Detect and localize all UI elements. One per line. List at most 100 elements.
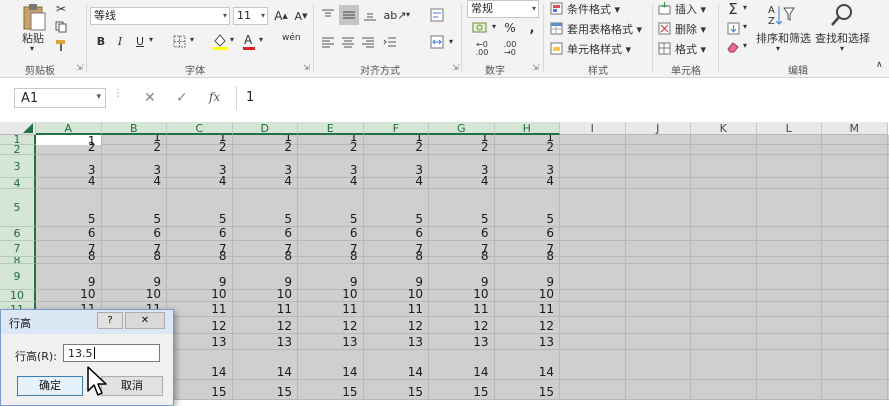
fill-color-icon[interactable]: [211, 31, 229, 51]
column-header-m[interactable]: M: [822, 122, 888, 135]
column-header-d[interactable]: D: [232, 122, 298, 135]
cell-g14[interactable]: 14: [429, 365, 488, 380]
format-button[interactable]: 格式 ▾: [675, 41, 706, 57]
number-launcher-icon[interactable]: ⇲: [532, 64, 540, 72]
font-color-icon[interactable]: A: [241, 31, 257, 51]
cell-h12[interactable]: 12: [495, 319, 554, 334]
fill-icon[interactable]: [724, 20, 742, 36]
chevron-down-icon[interactable]: ▾: [743, 41, 747, 50]
cell-c11[interactable]: 11: [167, 302, 226, 317]
phonetic-guide-button[interactable]: wén: [282, 33, 301, 43]
collapse-ribbon-icon[interactable]: ∧: [876, 60, 883, 70]
row-header-6[interactable]: 6: [0, 227, 36, 241]
clipboard-launcher-icon[interactable]: ⇲: [76, 64, 84, 72]
cell-f12[interactable]: 12: [364, 319, 423, 334]
chevron-down-icon[interactable]: ▾: [230, 35, 234, 44]
number-format-select[interactable]: 常规 ▾: [467, 0, 539, 18]
cancel-icon[interactable]: ✕: [144, 90, 156, 106]
cell-f6[interactable]: 6: [364, 226, 423, 241]
cell-d4[interactable]: 4: [233, 174, 292, 189]
chevron-down-icon[interactable]: ▾: [743, 3, 747, 12]
cell-c14[interactable]: 14: [167, 365, 226, 380]
row-header-10[interactable]: 10: [0, 290, 36, 302]
font-size-select[interactable]: 11 ▾: [233, 7, 268, 25]
alignment-launcher-icon[interactable]: ⇲: [452, 64, 460, 72]
cell-h14[interactable]: 14: [495, 365, 554, 380]
cell-a4[interactable]: 4: [36, 174, 96, 189]
cell-a8[interactable]: 8: [36, 249, 96, 264]
chevron-down-icon[interactable]: ▾: [492, 22, 496, 31]
cell-c2[interactable]: 2: [167, 140, 227, 155]
row-header-8[interactable]: 8: [0, 257, 36, 264]
paste-dropdown-icon[interactable]: ▾: [30, 44, 34, 53]
cell-e13[interactable]: 13: [298, 335, 357, 350]
cell-b5[interactable]: 5: [102, 212, 161, 227]
column-header-i[interactable]: I: [560, 122, 626, 135]
chevron-down-icon[interactable]: ▾: [190, 35, 194, 44]
delete-button[interactable]: 删除 ▾: [675, 21, 706, 37]
cell-c12[interactable]: 12: [167, 319, 226, 334]
cell-c15[interactable]: 15: [167, 385, 226, 400]
table-format-icon[interactable]: [549, 21, 563, 35]
cell-d14[interactable]: 14: [233, 365, 292, 380]
comma-style-icon[interactable]: ,: [525, 20, 539, 36]
cell-e4[interactable]: 4: [298, 174, 358, 189]
underline-button[interactable]: U: [133, 33, 147, 49]
wrap-text-icon[interactable]: [428, 6, 446, 24]
cell-d6[interactable]: 6: [233, 226, 292, 241]
cell-c4[interactable]: 4: [167, 174, 227, 189]
cell-a2[interactable]: 2: [36, 140, 96, 155]
cell-b8[interactable]: 8: [102, 249, 161, 264]
cell-d13[interactable]: 13: [233, 335, 292, 350]
cell-c13[interactable]: 13: [167, 335, 226, 350]
cell-g11[interactable]: 11: [429, 302, 488, 317]
cell-f2[interactable]: 2: [364, 140, 423, 155]
copy-icon[interactable]: [53, 20, 69, 34]
column-header-e[interactable]: E: [298, 122, 364, 135]
cell-b2[interactable]: 2: [102, 140, 161, 155]
close-button[interactable]: ✕: [125, 312, 165, 329]
clear-icon[interactable]: [724, 39, 742, 55]
column-header-h[interactable]: H: [494, 122, 560, 135]
row-header-3[interactable]: 3: [0, 155, 36, 178]
italic-button[interactable]: I: [113, 33, 127, 49]
cell-d11[interactable]: 11: [233, 302, 292, 317]
cell-h4[interactable]: 4: [495, 174, 554, 189]
formula-input[interactable]: 1: [237, 86, 889, 110]
cell-e11[interactable]: 11: [298, 302, 357, 317]
chevron-down-icon[interactable]: ▾: [406, 10, 410, 19]
cell-g4[interactable]: 4: [429, 174, 489, 189]
chevron-down-icon[interactable]: ▾: [259, 35, 263, 44]
cell-h10[interactable]: 10: [495, 287, 554, 302]
cell-e14[interactable]: 14: [298, 365, 357, 380]
sort-filter-button[interactable]: 排序和筛选: [756, 30, 811, 46]
column-header-l[interactable]: L: [756, 122, 822, 135]
cell-d5[interactable]: 5: [233, 212, 292, 227]
cell-h11[interactable]: 11: [495, 302, 554, 317]
cell-f5[interactable]: 5: [364, 212, 423, 227]
cell-g8[interactable]: 8: [429, 249, 489, 264]
cut-icon[interactable]: ✂: [53, 2, 69, 16]
cell-g15[interactable]: 15: [429, 385, 488, 400]
cell-g13[interactable]: 13: [429, 335, 488, 350]
cell-d2[interactable]: 2: [233, 140, 292, 155]
cell-f11[interactable]: 11: [364, 302, 423, 317]
cell-b4[interactable]: 4: [102, 174, 161, 189]
cell-h2[interactable]: 2: [495, 140, 554, 155]
chevron-down-icon[interactable]: ▾: [449, 37, 453, 46]
cell-f10[interactable]: 10: [364, 287, 423, 302]
cell-g10[interactable]: 10: [429, 287, 488, 302]
cell-a6[interactable]: 6: [36, 226, 96, 241]
cell-styles-button[interactable]: 单元格样式 ▾: [567, 41, 631, 57]
column-header-b[interactable]: B: [101, 122, 167, 135]
row-header-9[interactable]: 9: [0, 264, 36, 290]
cell-c6[interactable]: 6: [167, 226, 227, 241]
paste-icon[interactable]: [18, 2, 50, 32]
cell-d15[interactable]: 15: [233, 385, 292, 400]
font-name-select[interactable]: 等线 ▾: [90, 7, 230, 25]
align-left-icon[interactable]: [319, 33, 337, 51]
delete-icon[interactable]: [657, 21, 671, 35]
cell-e15[interactable]: 15: [298, 385, 357, 400]
column-header-c[interactable]: C: [167, 122, 233, 135]
cell-g5[interactable]: 5: [429, 212, 489, 227]
